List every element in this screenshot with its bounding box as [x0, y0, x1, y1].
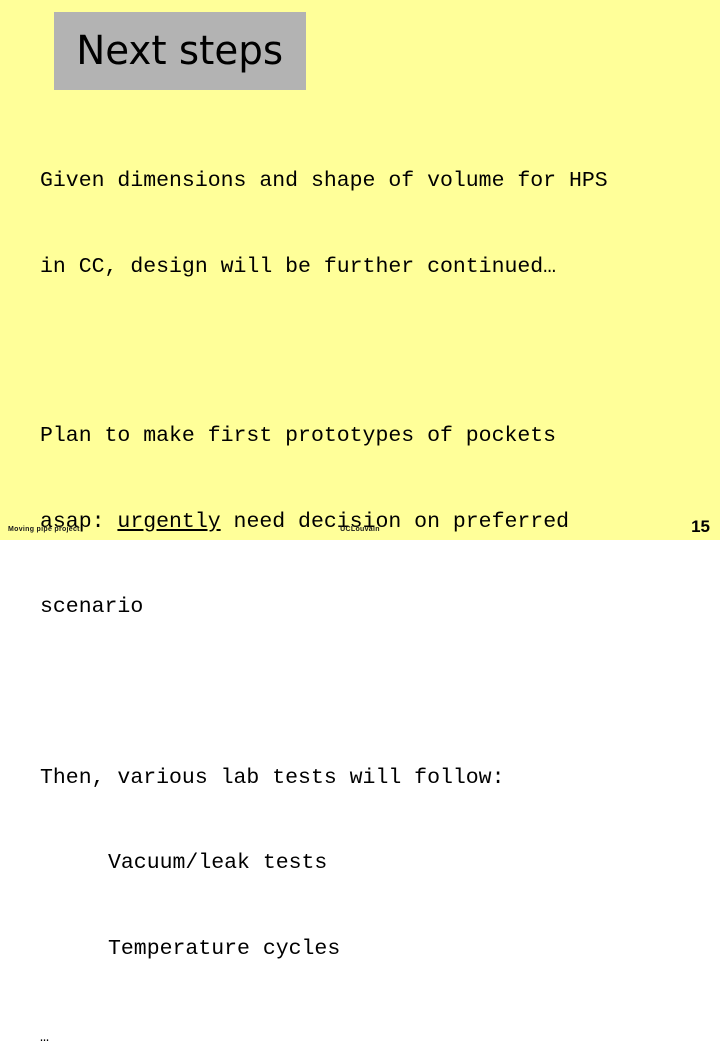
slide-title: Next steps: [76, 28, 284, 74]
slide-body: Given dimensions and shape of volume for…: [40, 110, 700, 1048]
paragraph-3-sub-item-2: Temperature cycles: [108, 936, 341, 961]
paragraph-1: Given dimensions and shape of volume for…: [40, 110, 700, 338]
paragraph-3-line-1: Then, various lab tests will follow:: [40, 765, 505, 790]
paragraph-spacer-2: [40, 679, 700, 707]
paragraph-1-line-2: in CC, design will be further continued…: [40, 254, 557, 279]
slide: Next steps Given dimensions and shape of…: [0, 0, 720, 1046]
footer-organization: UCLouvain: [340, 526, 380, 533]
footer-page-number: 15: [691, 517, 710, 536]
paragraph-3: Then, various lab tests will follow: Vac…: [40, 707, 700, 1021]
paragraph-2-line-3: scenario: [40, 595, 144, 619]
trailing-ellipsis: …: [40, 1029, 50, 1046]
slide-footer: Moving pipe project UCLouvain 15: [0, 512, 720, 540]
paragraph-3-sub-item-1: Vacuum/leak tests: [108, 851, 328, 875]
paragraph-1-line-1: Given dimensions and shape of volume for…: [40, 169, 608, 193]
footer-project-name: Moving pipe project: [8, 526, 80, 533]
slide-title-box: Next steps: [54, 12, 306, 90]
paragraph-2-line-1: Plan to make first prototypes of pockets: [40, 424, 557, 448]
paragraph-spacer-1: [40, 338, 700, 365]
